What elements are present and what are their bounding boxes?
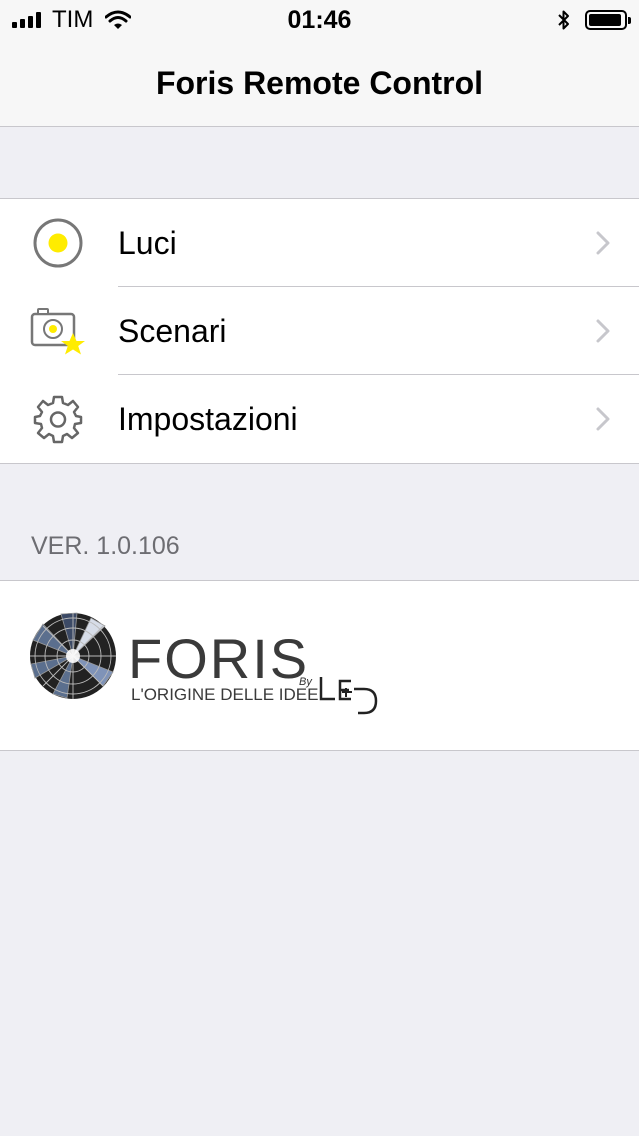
brand-name: FORIS (128, 627, 310, 690)
status-right (557, 6, 631, 34)
menu-item-luci[interactable]: Luci (0, 199, 639, 287)
brand-tagline: L'ORIGINE DELLE IDEE (131, 685, 319, 704)
status-bar: TIM 01:46 (0, 0, 639, 40)
menu-item-label: Impostazioni (118, 401, 298, 437)
chevron-right-icon (596, 319, 610, 343)
chevron-right-icon (596, 407, 610, 431)
chevron-right-icon (596, 231, 610, 255)
battery-icon (585, 10, 631, 30)
light-bulb-circle-icon (33, 218, 83, 268)
brand-logo-panel: FORIS L'ORIGINE DELLE IDEE By (0, 580, 639, 751)
scene-star-icon (30, 308, 85, 355)
menu-item-label: Scenari (118, 313, 227, 349)
gear-icon (33, 395, 83, 444)
page-title: Foris Remote Control (155, 65, 484, 101)
menu-item-scenari[interactable]: Scenari (0, 287, 639, 375)
menu-item-label: Luci (118, 225, 177, 261)
bluetooth-icon (558, 10, 569, 30)
menu-item-impostazioni[interactable]: Impostazioni (0, 375, 639, 463)
menu-list: Luci Scenari Impostazioni (0, 198, 639, 464)
status-time: 01:46 (287, 6, 352, 34)
version-label: VER. 1.0.106 (31, 532, 180, 560)
by-label: By (299, 676, 312, 688)
led-partner-logo (319, 677, 378, 715)
navigation-bar: Foris Remote Control (0, 40, 639, 127)
foris-flower-logo (30, 612, 116, 699)
